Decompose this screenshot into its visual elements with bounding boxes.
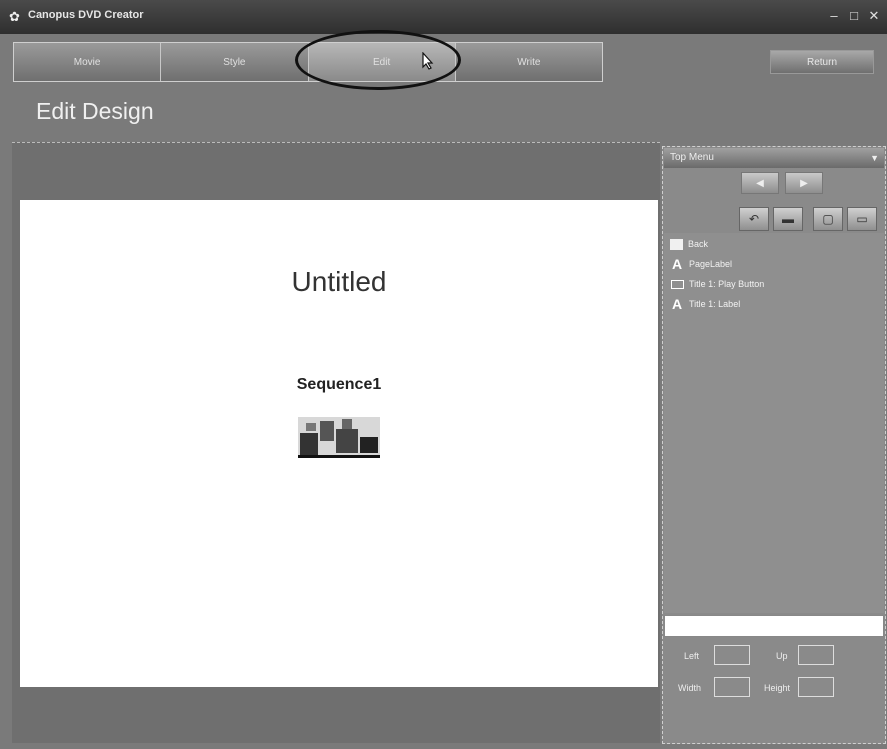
sequence-thumbnail-icon[interactable] [296,411,382,461]
app-title: Canopus DVD Creator [28,9,144,21]
text-icon: A [671,256,683,272]
layer-item[interactable]: A PageLabel [670,255,732,273]
minimize-button[interactable]: – [826,8,842,24]
maximize-button[interactable]: □ [846,8,862,24]
next-menu-button[interactable]: ▶ [785,172,823,194]
position-properties: Left Up Width Height [664,641,884,741]
menu-select-value: Top Menu [670,152,714,163]
app-window: ✿ Canopus DVD Creator – □ ✕ Movie Style … [0,0,887,749]
layers-panel: Top Menu ▼ ◀ ▶ ↶ ▬ ▢ ▭ Back A PageLabel … [662,146,886,744]
layer-item[interactable]: Title 1: Play Button [670,275,764,293]
tab-style[interactable]: Style [161,43,309,81]
left-field[interactable] [714,645,750,665]
layer-label: Title 1: Play Button [689,279,765,289]
monitor-icon[interactable]: ▭ [847,207,877,231]
close-button[interactable]: ✕ [866,8,882,24]
property-name-field[interactable] [664,615,884,637]
up-field[interactable] [798,645,834,665]
left-label: Left [684,651,700,661]
layer-list: Back A PageLabel Title 1: Play Button A … [664,233,884,613]
tab-movie[interactable]: Movie [14,43,162,81]
width-field[interactable] [714,677,750,697]
tab-write[interactable]: Write [456,43,602,81]
return-button[interactable]: Return [770,50,874,74]
layer-label: Back [688,239,709,249]
chevron-down-icon: ▼ [870,153,879,163]
height-field[interactable] [798,677,834,697]
height-label: Height [764,683,791,693]
background-icon [670,238,683,250]
page-title: Edit Design [36,98,154,124]
folder-icon[interactable]: ▬ [773,207,803,231]
menu-canvas[interactable]: Untitled Sequence1 [20,200,658,687]
title-bar: ✿ Canopus DVD Creator – □ ✕ [0,0,887,34]
layer-label: PageLabel [689,259,733,269]
previous-menu-button[interactable]: ◀ [741,172,779,194]
layer-label: Title 1: Label [689,299,741,309]
step-tabs: Movie Style Edit Write [13,42,603,82]
layer-item[interactable]: A Title 1: Label [670,295,740,313]
mouse-pointer-icon [422,51,436,70]
width-label: Width [678,683,702,693]
layer-item[interactable]: Back [670,235,708,253]
undo-icon[interactable]: ↶ [739,207,769,231]
menu-title-text[interactable]: Untitled [20,266,658,298]
up-label: Up [776,651,788,661]
button-icon [670,277,684,291]
text-icon: A [671,296,683,312]
chapter-label[interactable]: Sequence1 [20,376,658,394]
menu-select[interactable]: Top Menu ▼ [664,148,884,168]
frame-icon[interactable]: ▢ [813,207,843,231]
app-logo-icon: ✿ [9,9,20,24]
